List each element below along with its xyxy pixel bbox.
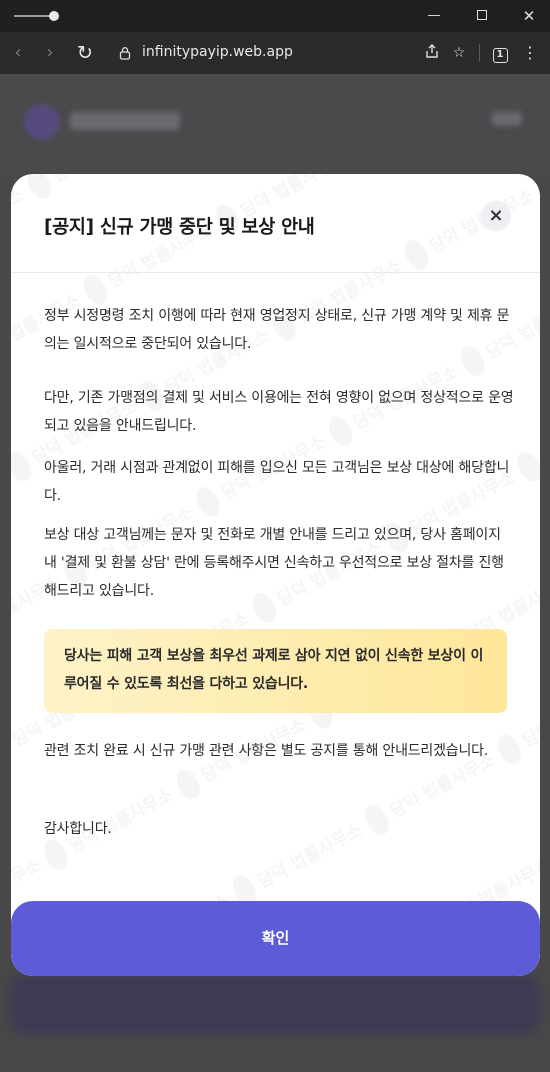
- more-menu-icon[interactable]: ⋮: [520, 43, 540, 63]
- notice-paragraph: 아울러, 거래 시점과 관계없이 피해를 입으신 모든 고객님은 보상 대상에 …: [44, 460, 510, 504]
- modal-title: [공지] 신규 가맹 중단 및 보상 안내: [44, 217, 315, 238]
- background-header: [0, 74, 550, 174]
- address-bar: ‹ › ↻ infinitypayip.web.app ☆ 1 ⋮: [0, 32, 550, 74]
- share-icon[interactable]: [422, 43, 442, 63]
- notice-paragraph: 보상 대상 고객님께는 문자 및 전화로 개별 안내를 드리고 있으며, 당사 …: [44, 527, 504, 599]
- maximize-icon[interactable]: [459, 0, 505, 32]
- notice-paragraph: 정부 시정명령 조치 이행에 따라 현재 영업정지 상태로, 신규 가맹 계약 …: [44, 308, 510, 352]
- background-header-item: [492, 112, 522, 126]
- window-titlebar: — ✕: [0, 0, 550, 32]
- back-arrow-icon[interactable]: ‹: [6, 41, 30, 65]
- closing-text: 감사합니다.: [44, 821, 112, 837]
- window-close-icon[interactable]: ✕: [506, 0, 550, 32]
- background-logo-text: [70, 112, 180, 130]
- site-info-icon[interactable]: [118, 46, 132, 60]
- notice-paragraph: 다만, 기존 가맹점의 결제 및 서비스 이용에는 전혀 영향이 없으며 정상적…: [44, 390, 514, 434]
- forward-arrow-icon[interactable]: ›: [38, 41, 62, 65]
- highlight-text: 당사는 피해 고객 보상을 최우선 과제로 삼아 지연 없이 신속한 보상이 이…: [64, 648, 484, 692]
- toolbar-divider: [479, 44, 480, 62]
- background-footer: [10, 974, 540, 1034]
- reload-icon[interactable]: ↻: [73, 41, 97, 65]
- zoom-slider-track[interactable]: [14, 15, 54, 17]
- tab-switcher-icon[interactable]: 1: [490, 43, 510, 63]
- bookmark-star-icon[interactable]: ☆: [449, 43, 469, 63]
- url-field[interactable]: infinitypayip.web.app: [142, 44, 293, 60]
- close-button[interactable]: ×: [481, 201, 511, 231]
- zoom-slider-knob[interactable]: [49, 11, 59, 21]
- confirm-button[interactable]: 확인: [11, 901, 540, 976]
- background-logo: [24, 104, 60, 140]
- highlight-box: 당사는 피해 고객 보상을 최우선 과제로 삼아 지연 없이 신속한 보상이 이…: [44, 629, 507, 713]
- minimize-icon[interactable]: —: [411, 0, 457, 32]
- notice-paragraph: 관련 조치 완료 시 신규 가맹 관련 사항은 별도 공지를 통해 안내드리겠습…: [44, 743, 489, 759]
- title-divider: [11, 272, 540, 273]
- notice-modal: 담덕 법률사무소 [공지] 신규 가맹 중단 및 보상 안내 × 정부 시정명령…: [11, 174, 540, 976]
